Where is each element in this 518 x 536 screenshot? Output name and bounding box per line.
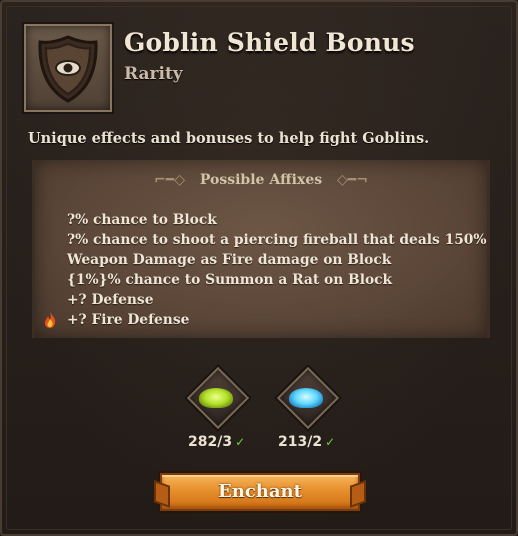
blue-dust-icon: [289, 388, 323, 408]
green-dust-count: 282/3 ✓: [188, 434, 245, 450]
blue-dust-count: 213/2 ✓: [278, 434, 335, 450]
fire-icon: [45, 312, 56, 328]
item-title: Goblin Shield Bonus: [124, 28, 415, 57]
affix-panel: ⌐━◇ Possible Affixes ◇━¬ ?% chance to Bl…: [32, 160, 490, 338]
left-flourish-icon: ⌐━◇: [154, 172, 185, 188]
affix-item: +? Defense: [67, 292, 154, 308]
item-rarity: Rarity: [124, 64, 183, 84]
check-icon: ✓: [235, 435, 246, 449]
affix-header: ⌐━◇ Possible Affixes ◇━¬: [35, 172, 487, 188]
blue-dust-count-value: 213/2: [278, 434, 323, 450]
affix-item: +? Fire Defense: [67, 312, 190, 328]
enchant-button[interactable]: Enchant: [160, 473, 360, 511]
affix-item: {1%}% chance to Summon a Rat on Block: [67, 272, 393, 288]
affix-item: ?% chance to Block: [67, 212, 217, 228]
check-icon: ✓: [325, 435, 336, 449]
affix-item: Weapon Damage as Fire damage on Block: [67, 252, 392, 268]
green-dust-icon: [199, 388, 233, 408]
green-dust-material[interactable]: [186, 366, 250, 430]
tooltip-panel: Goblin Shield Bonus Rarity Unique effect…: [0, 0, 518, 536]
affix-list: ?% chance to Block ?% chance to shoot a …: [67, 210, 487, 330]
affix-item: ?% chance to shoot a piercing fireball t…: [67, 232, 487, 248]
item-description: Unique effects and bonuses to help fight…: [28, 130, 430, 147]
affix-header-label: Possible Affixes: [199, 172, 323, 188]
right-flourish-icon: ◇━¬: [337, 172, 368, 188]
shield-icon: [38, 35, 98, 103]
blue-dust-material[interactable]: [276, 366, 340, 430]
green-dust-count-value: 282/3: [188, 434, 233, 450]
item-icon-frame: [24, 24, 112, 112]
